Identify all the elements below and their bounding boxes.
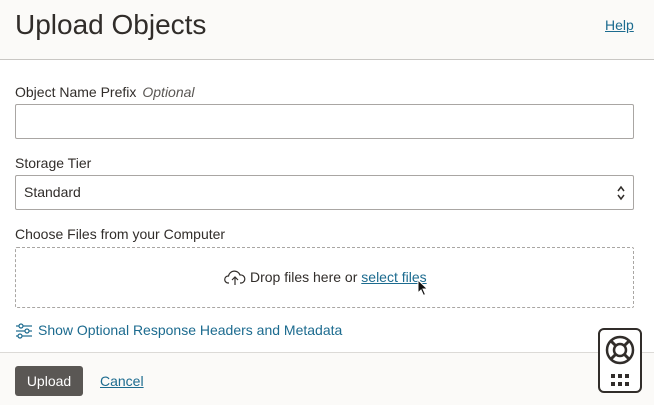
- object-name-prefix-input[interactable]: [15, 104, 634, 139]
- optional-label: Optional: [142, 84, 195, 100]
- drop-text: Drop files here or: [250, 269, 362, 285]
- page-title: Upload Objects: [15, 9, 207, 40]
- prefix-label: Object Name Prefix Optional: [15, 84, 195, 100]
- choose-files-label: Choose Files from your Computer: [15, 226, 226, 242]
- prefix-label-text: Object Name Prefix: [15, 84, 137, 100]
- lifebuoy-icon: [605, 335, 635, 365]
- grid-icon: [611, 374, 629, 386]
- help-link[interactable]: Help: [605, 17, 634, 33]
- storage-tier-value: Standard: [24, 184, 81, 200]
- mouse-cursor-icon: [417, 279, 429, 297]
- optional-headers-label: Show Optional Response Headers and Metad…: [38, 322, 343, 338]
- storage-tier-select[interactable]: Standard: [15, 175, 634, 210]
- help-widget[interactable]: [598, 328, 642, 393]
- cancel-link[interactable]: Cancel: [100, 373, 144, 389]
- dropzone-content: Drop files here or select files: [224, 269, 427, 286]
- sliders-icon: [16, 323, 32, 339]
- upload-button[interactable]: Upload: [15, 366, 83, 396]
- panel-header: Upload Objects Help: [0, 0, 654, 60]
- show-optional-headers-link[interactable]: Show Optional Response Headers and Metad…: [15, 322, 342, 339]
- panel-footer: Upload Cancel: [0, 352, 654, 405]
- cloud-upload-icon: [224, 270, 246, 286]
- storage-tier-label: Storage Tier: [15, 155, 92, 171]
- file-dropzone[interactable]: Drop files here or select files: [15, 247, 634, 308]
- chevron-up-down-icon: [617, 185, 625, 201]
